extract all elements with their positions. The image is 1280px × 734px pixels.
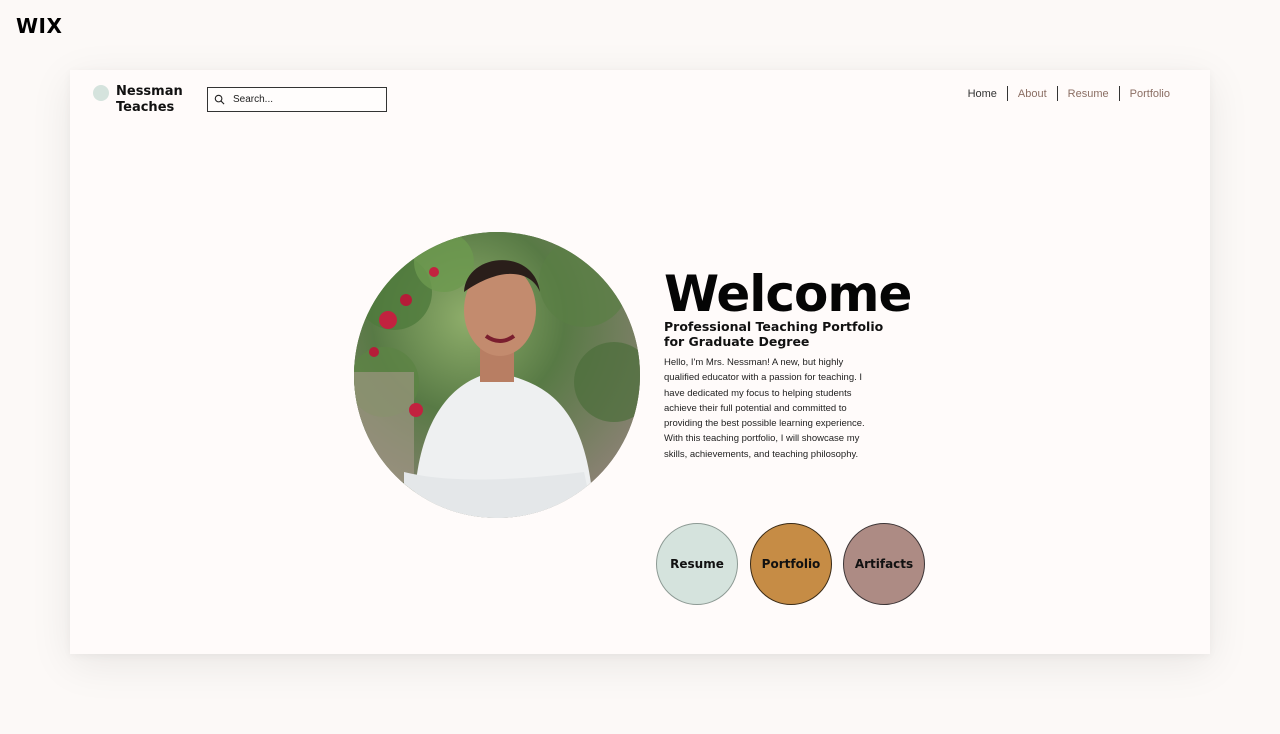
site-preview: Nessman Teaches Home About Resume Portfo… [70,70,1210,654]
artifacts-button[interactable]: Artifacts [843,523,925,605]
wix-logo: WIX [16,14,63,38]
hero-subtitle: Professional Teaching Portfolio for Grad… [664,319,884,349]
profile-photo [354,232,640,518]
nav-about[interactable]: About [1008,88,1057,100]
search-box[interactable] [207,87,387,112]
brand-name[interactable]: Nessman Teaches [116,84,196,116]
nav-portfolio[interactable]: Portfolio [1120,88,1180,100]
intro-paragraph: Hello, I'm Mrs. Nessman! A new, but high… [664,357,865,460]
search-icon [214,94,225,105]
main-nav: Home About Resume Portfolio [958,86,1180,101]
resume-button[interactable]: Resume [656,523,738,605]
brand-dot-icon [93,85,109,101]
welcome-title: Welcome [664,265,912,323]
search-input[interactable] [231,93,375,106]
profile-photo-illustration [354,232,640,518]
nav-home[interactable]: Home [958,88,1007,100]
portfolio-button[interactable]: Portfolio [750,523,832,605]
nav-resume[interactable]: Resume [1058,88,1119,100]
